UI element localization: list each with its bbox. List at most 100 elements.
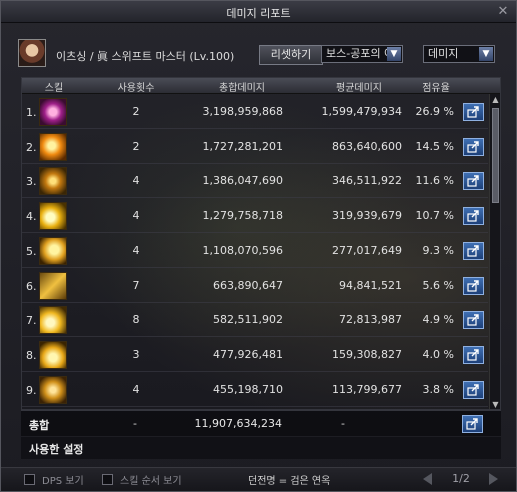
row-total-damage: 663,890,647 xyxy=(213,278,283,292)
chevron-down-icon: ▼ xyxy=(479,47,493,61)
skill-icon xyxy=(39,132,67,161)
dps-view-label: DPS 보기 xyxy=(42,476,84,487)
total-damage: 11,907,634,234 xyxy=(194,417,282,430)
row-average-damage: 346,511,922 xyxy=(332,174,402,188)
row-average-damage: 319,939,679 xyxy=(332,209,402,223)
title-bar[interactable]: 데미지 리포트 ✕ xyxy=(1,1,516,23)
share-icon xyxy=(466,418,478,430)
row-uses: 4 xyxy=(132,382,140,396)
row-rank: 5. xyxy=(26,244,37,258)
row-uses: 4 xyxy=(132,174,140,188)
row-uses: 4 xyxy=(132,209,140,223)
table-row: 8. 3 477,926,481 159,308,827 4.0 % xyxy=(22,338,488,372)
share-button[interactable] xyxy=(463,103,484,121)
share-button[interactable] xyxy=(463,345,484,364)
skill-table: 스킬 사용횟수 총합데미지 평균데미지 점유율 1. 2 3,198,959,8… xyxy=(21,77,501,410)
row-total-damage: 3,198,959,868 xyxy=(202,105,283,118)
row-rank: 6. xyxy=(26,279,37,293)
skill-icon xyxy=(39,375,67,404)
skill-order-label: 스킬 순서 보기 xyxy=(120,476,182,487)
dungeon-legend: 던전명 = 검은 연옥 xyxy=(248,476,331,487)
character-row: 이츠싱 / 眞 스위프트 마스터 (Lv.100) 리셋하기 보스-공포의 아.… xyxy=(18,39,508,69)
row-average-damage: 113,799,677 xyxy=(332,382,402,396)
share-button[interactable] xyxy=(462,415,483,433)
table-row: 7. 8 582,511,902 72,813,987 4.9 % xyxy=(22,303,488,338)
header-uses: 사용횟수 xyxy=(117,83,155,94)
row-rank: 7. xyxy=(26,314,37,328)
header-skill: 스킬 xyxy=(44,83,64,94)
skill-icon xyxy=(39,167,67,196)
share-icon xyxy=(467,175,479,187)
row-rank: 4. xyxy=(26,210,37,224)
share-button[interactable] xyxy=(463,311,484,330)
share-icon xyxy=(467,245,479,257)
damage-type-select[interactable]: 데미지 ▼ xyxy=(423,45,495,63)
row-share: 3.8 % xyxy=(422,382,454,396)
row-average-damage: 94,841,521 xyxy=(339,278,402,292)
header-average-damage: 평균데미지 xyxy=(336,83,382,94)
row-share: 9.3 % xyxy=(422,243,454,257)
row-uses: 4 xyxy=(132,243,140,257)
scroll-up-icon[interactable]: ▲ xyxy=(490,94,500,105)
share-icon xyxy=(467,383,479,396)
share-button[interactable] xyxy=(463,137,484,156)
table-header: 스킬 사용횟수 총합데미지 평균데미지 점유율 xyxy=(22,78,500,94)
share-button[interactable] xyxy=(463,241,484,260)
prev-page-icon[interactable] xyxy=(423,473,432,485)
share-button[interactable] xyxy=(463,276,484,295)
total-label: 총합 xyxy=(29,419,50,432)
share-icon xyxy=(467,106,479,118)
page-indicator: 1/2 xyxy=(452,472,470,485)
row-total-damage: 455,198,710 xyxy=(213,382,283,396)
header-total-damage: 총합데미지 xyxy=(219,83,265,94)
row-uses: 7 xyxy=(132,278,140,292)
scroll-thumb[interactable] xyxy=(492,108,499,203)
share-icon xyxy=(467,279,479,292)
reset-button[interactable]: 리셋하기 xyxy=(259,45,323,65)
chevron-down-icon: ▼ xyxy=(387,47,401,61)
row-rank: 2. xyxy=(26,140,37,154)
used-settings-section[interactable]: 사용한 설정 xyxy=(21,437,501,459)
pagination: 1/2 xyxy=(419,472,509,488)
damage-type-value: 데미지 xyxy=(428,47,459,60)
row-total-damage: 582,511,902 xyxy=(213,313,283,327)
scroll-down-icon[interactable]: ▼ xyxy=(490,399,500,409)
skill-order-checkbox[interactable] xyxy=(102,474,113,485)
window-title: 데미지 리포트 xyxy=(226,7,291,20)
row-uses: 3 xyxy=(132,347,140,361)
skill-icon xyxy=(39,236,67,265)
row-share: 4.0 % xyxy=(422,347,454,361)
total-average: - xyxy=(341,417,345,430)
row-total-damage: 1,108,070,596 xyxy=(202,243,283,257)
bottom-bar: DPS 보기 스킬 순서 보기 던전명 = 검은 연옥 1/2 xyxy=(1,467,516,491)
share-button[interactable] xyxy=(463,380,484,399)
table-row: 2. 2 1,727,281,201 863,640,600 14.5 % xyxy=(22,130,488,164)
row-total-damage: 1,386,047,690 xyxy=(202,174,283,188)
next-page-icon[interactable] xyxy=(489,473,498,485)
row-share: 26.9 % xyxy=(415,105,454,118)
skill-icon xyxy=(39,306,67,335)
row-share: 4.9 % xyxy=(422,313,454,327)
table-scrollbar[interactable]: ▲ ▼ xyxy=(489,94,500,409)
row-uses: 2 xyxy=(132,139,140,153)
dps-view-checkbox[interactable] xyxy=(24,474,35,485)
row-rank: 8. xyxy=(26,348,37,362)
row-average-damage: 159,308,827 xyxy=(332,347,402,361)
share-icon xyxy=(467,349,479,361)
row-rank: 1. xyxy=(26,106,37,119)
character-avatar xyxy=(18,39,46,67)
row-average-damage: 277,017,649 xyxy=(332,243,402,257)
skill-icon xyxy=(39,202,67,231)
row-rank: 9. xyxy=(26,383,37,397)
table-row: 4. 4 1,279,758,718 319,939,679 10.7 % xyxy=(22,199,488,234)
boss-select[interactable]: 보스-공포의 아... ▼ xyxy=(321,45,403,63)
row-total-damage: 1,727,281,201 xyxy=(202,139,283,153)
table-row: 3. 4 1,386,047,690 346,511,922 11.6 % xyxy=(22,164,488,199)
character-name: 이츠싱 / 眞 스위프트 마스터 (Lv.100) xyxy=(56,50,235,63)
row-share: 11.6 % xyxy=(415,174,454,188)
share-button[interactable] xyxy=(463,172,484,191)
close-button[interactable]: ✕ xyxy=(495,4,511,20)
skill-icon xyxy=(39,340,67,369)
share-button[interactable] xyxy=(463,207,484,226)
table-row: 5. 4 1,108,070,596 277,017,649 9.3 % xyxy=(22,234,488,268)
